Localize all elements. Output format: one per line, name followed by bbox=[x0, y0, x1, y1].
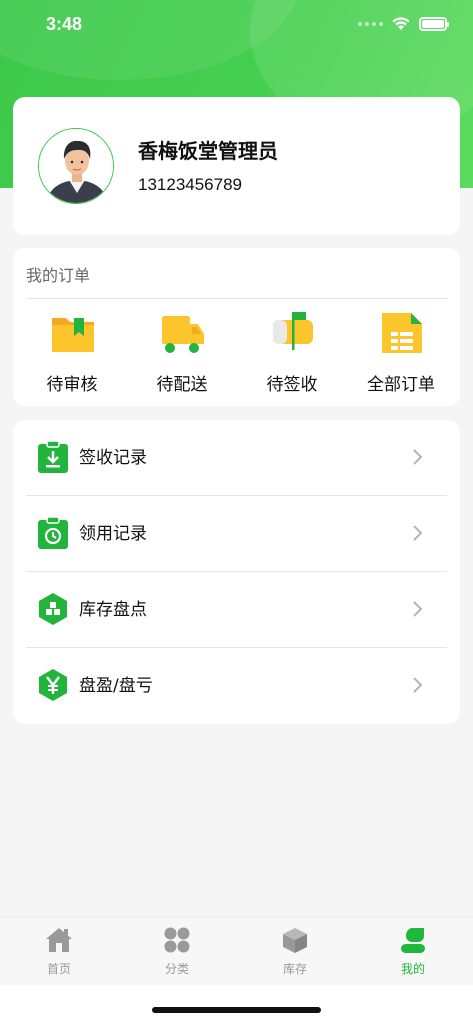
home-indicator[interactable] bbox=[152, 1007, 321, 1013]
user-icon bbox=[401, 928, 425, 953]
order-status-pending-delivery[interactable]: 待配送 bbox=[127, 310, 237, 395]
clipboard-clock-icon bbox=[38, 516, 68, 549]
status-bar: 3:48 bbox=[0, 0, 473, 52]
tab-label: 分类 bbox=[164, 962, 189, 976]
document-list-icon bbox=[382, 313, 422, 353]
menu-item-label: 库存盘点 bbox=[79, 600, 147, 620]
folder-bookmark-icon bbox=[52, 318, 94, 352]
battery-icon bbox=[419, 16, 449, 31]
avatar-image bbox=[39, 129, 113, 203]
tab-home[interactable]: 首页 bbox=[0, 918, 118, 986]
delivery-truck-icon bbox=[162, 316, 204, 353]
order-status-all[interactable]: 全部订单 bbox=[346, 310, 456, 395]
order-status-pending-review[interactable]: 待审核 bbox=[17, 310, 127, 395]
wifi-icon bbox=[392, 17, 410, 30]
chevron-right-icon bbox=[413, 525, 423, 541]
tab-mine[interactable]: 我的 bbox=[354, 918, 472, 986]
status-time: 3:48 bbox=[46, 14, 83, 34]
profile-card[interactable]: 香梅饭堂管理员 13123456789 bbox=[13, 97, 460, 235]
order-status-pending-receipt[interactable]: 待签收 bbox=[237, 310, 347, 395]
hexagon-yen-icon bbox=[39, 669, 67, 701]
hexagon-blocks-icon bbox=[39, 593, 67, 625]
home-indicator-area bbox=[0, 985, 473, 1024]
menu-item-receipt-records[interactable]: 签收记录 bbox=[13, 420, 460, 496]
tab-label: 库存 bbox=[282, 962, 307, 976]
mailbox-icon bbox=[273, 312, 313, 350]
profile-name: 香梅饭堂管理员 bbox=[138, 139, 278, 163]
tab-label: 我的 bbox=[400, 962, 425, 976]
avatar[interactable] bbox=[38, 128, 114, 204]
menu-item-inventory-check[interactable]: 库存盘点 bbox=[13, 572, 460, 648]
menu-item-usage-records[interactable]: 领用记录 bbox=[13, 496, 460, 572]
cellular-signal-icon bbox=[358, 21, 383, 26]
tab-category[interactable]: 分类 bbox=[118, 918, 236, 986]
order-status-label: 待配送 bbox=[156, 375, 208, 395]
status-icons bbox=[358, 16, 449, 31]
order-status-label: 待签收 bbox=[266, 375, 318, 395]
profile-phone: 13123456789 bbox=[138, 175, 243, 194]
menu-item-surplus-deficit[interactable]: 盘盈/盘亏 bbox=[13, 648, 460, 724]
clipboard-download-icon bbox=[38, 440, 68, 473]
my-orders-card: 我的订单 待审核 待配送 待签收 全部订单 bbox=[13, 248, 460, 406]
grid-dots-icon bbox=[164, 927, 190, 953]
tab-label: 首页 bbox=[46, 962, 71, 976]
chevron-right-icon bbox=[413, 677, 423, 693]
order-status-label: 待审核 bbox=[46, 375, 98, 395]
chevron-right-icon bbox=[413, 601, 423, 617]
menu-item-label: 盘盈/盘亏 bbox=[79, 676, 153, 696]
box-icon bbox=[283, 928, 307, 953]
tab-bar: 首页 分类 库存 我的 bbox=[0, 917, 473, 985]
chevron-right-icon bbox=[413, 449, 423, 465]
divider bbox=[26, 298, 447, 299]
home-icon bbox=[46, 928, 72, 952]
menu-item-label: 领用记录 bbox=[79, 524, 147, 544]
menu-card: 签收记录 领用记录 库存盘点 盘盈/盘亏 bbox=[13, 420, 460, 724]
menu-item-label: 签收记录 bbox=[79, 448, 147, 468]
orders-section-title: 我的订单 bbox=[26, 266, 91, 285]
order-status-label: 全部订单 bbox=[367, 375, 435, 395]
tab-inventory[interactable]: 库存 bbox=[236, 918, 354, 986]
